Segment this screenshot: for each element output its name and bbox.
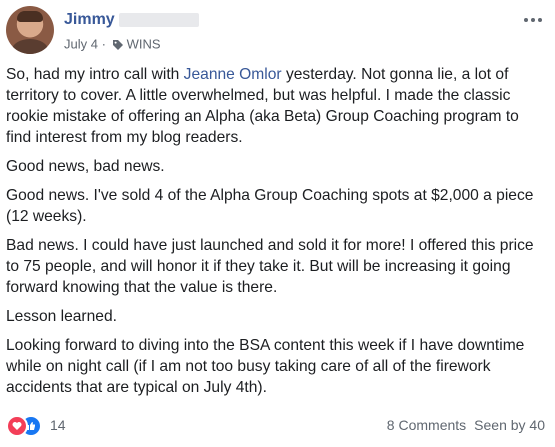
author-name[interactable]: Jimmy (64, 11, 115, 29)
post-paragraph-4: Bad news. I could have just launched and… (6, 237, 534, 296)
post-paragraph-1: So, had my intro call with Jeanne Omlor … (6, 64, 546, 148)
mention-link[interactable]: Jeanne Omlor (184, 66, 282, 83)
post-paragraph-5: Lesson learned. (6, 308, 117, 325)
group-post: Jimmy July 4 · WINS So, had my intro cal… (0, 0, 555, 447)
seen-by-link[interactable]: Seen by 40 (474, 417, 545, 433)
post-date[interactable]: July 4 (64, 37, 98, 52)
reaction-count: 14 (50, 417, 66, 433)
more-options-icon (524, 18, 542, 22)
comments-link[interactable]: 8 Comments (387, 417, 466, 433)
post-meta: July 4 · WINS (64, 35, 161, 53)
p1-text-before: So, had my intro call with (6, 66, 184, 83)
engagement-stats: 8 Comments Seen by 40 (387, 417, 545, 433)
post-paragraph-6: Looking forward to diving into the BSA c… (6, 337, 525, 396)
avatar-hair (17, 11, 43, 22)
avatar[interactable] (6, 6, 54, 54)
author-row: Jimmy (64, 11, 199, 31)
post-body: So, had my intro call with Jeanne Omlor … (6, 64, 546, 406)
post-paragraph-2: Good news, bad news. (6, 158, 165, 175)
author-surname-redacted (118, 13, 199, 27)
avatar-shirt (12, 39, 48, 54)
group-tag-link[interactable]: WINS (127, 37, 161, 52)
love-reaction-icon (6, 415, 28, 437)
meta-separator: · (101, 36, 106, 52)
post-paragraph-3: Good news. I've sold 4 of the Alpha Grou… (6, 187, 534, 225)
post-header: Jimmy July 4 · WINS (6, 6, 549, 58)
more-options-button[interactable] (521, 12, 545, 30)
tag-icon (112, 39, 123, 50)
post-footer: 14 8 Comments Seen by 40 (6, 414, 549, 437)
